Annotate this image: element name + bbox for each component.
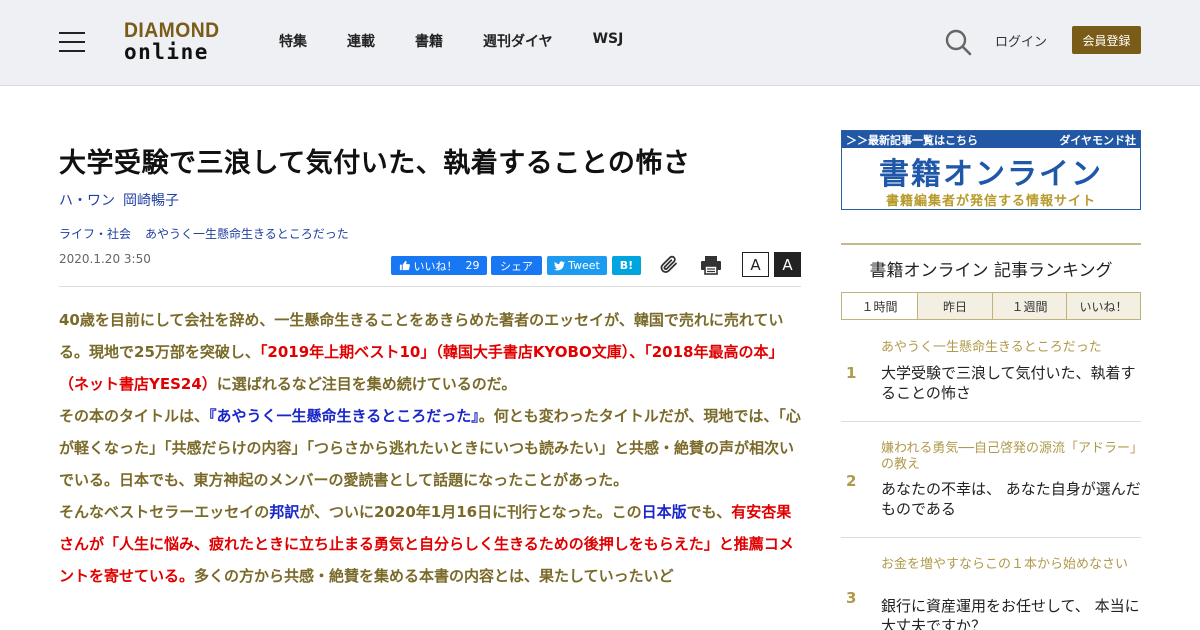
facebook-like-button[interactable]: いいね！ 29 — [391, 256, 487, 275]
category-link[interactable]: ライフ・社会 — [59, 227, 131, 241]
site-logo[interactable]: DIAMOND online — [124, 20, 228, 63]
thumbs-up-icon — [399, 260, 410, 271]
banner-subtitle: 書籍編集者が発信する情報サイト — [885, 194, 1096, 209]
rank-headline: あなたの不幸は、 あなた自身が選んだものである — [881, 480, 1141, 518]
publisher-name: ダイヤモンド社 — [1059, 134, 1136, 147]
rank-number: 2 — [846, 472, 857, 490]
publish-date: 2020.1.20 3:50 — [59, 252, 151, 266]
font-size-large-button[interactable]: A — [774, 252, 801, 277]
tab-likes[interactable]: いいね！ — [1066, 293, 1140, 319]
books-online-banner[interactable]: ＞＞最新記事一覧はこちら ダイヤモンド社 書籍オンライン 書籍編集者が発信する情… — [841, 130, 1141, 210]
paragraph: その本のタイトルは、『あやうく一生懸命生きるところだった』。何とも変わったタイト… — [59, 400, 801, 496]
like-count: 29 — [465, 259, 480, 272]
rank-category: 嫌われる勇気──自己啓発の源流「アドラー」の教え — [881, 441, 1137, 472]
register-button[interactable]: 会員登録 — [1072, 26, 1141, 54]
article-body: 40歳を目前にして会社を辞め、一生懸命生きることをあきらめた著者のエッセイが、韓… — [59, 304, 801, 592]
latest-articles-link[interactable]: ＞＞最新記事一覧はこちら — [846, 132, 978, 148]
main-nav: 特集 連載 書籍 週刊ダイヤ WSJ — [279, 31, 663, 51]
paragraph: 40歳を目前にして会社を辞め、一生懸命生きることをあきらめた著者のエッセイが、韓… — [59, 304, 801, 400]
rank-number: 1 — [846, 364, 857, 382]
author-link[interactable]: ハ・ワン — [59, 193, 115, 209]
login-link[interactable]: ログイン — [995, 31, 1047, 50]
article-title: 大学受験で三浪して気付いた、執着することの怖さ — [59, 148, 691, 179]
text: に選ばれるなど注目を集め続けているのだ。 — [216, 375, 517, 393]
ranking-item[interactable]: 3 お金を増やすならこの１本から始めなさい 銀行に資産運用をお任せして、 本当に… — [841, 538, 1141, 630]
tweet-label: Tweet — [568, 259, 600, 272]
rank-headline: 銀行に資産運用をお任せして、 本当に大丈夫ですか？ — [881, 597, 1140, 630]
article-authors: ハ・ワン 岡崎暢子 — [59, 190, 187, 210]
divider — [59, 286, 801, 287]
text: が、ついに2020年1月16日に刊行となった。この — [299, 503, 642, 521]
paperclip-icon[interactable] — [657, 253, 681, 277]
logo-bottom: online — [124, 40, 209, 64]
twitter-bird-icon — [554, 260, 566, 270]
nav-item-series[interactable]: 連載 — [347, 31, 375, 51]
text: でも、 — [686, 503, 732, 521]
nav-item-books[interactable]: 書籍 — [415, 31, 443, 51]
rank-category: あやうく一生懸命生きるところだった — [881, 340, 1102, 355]
author-link[interactable]: 岡崎暢子 — [123, 193, 179, 209]
font-size-small-button[interactable]: A — [742, 252, 769, 277]
highlight-text: 日本版 — [641, 503, 687, 521]
text: そんなベストセラーエッセイの — [59, 503, 270, 521]
tab-yesterday[interactable]: 昨日 — [917, 293, 992, 319]
nav-item-features[interactable]: 特集 — [279, 31, 307, 51]
ranking-top-rule — [841, 243, 1141, 245]
ranking-item[interactable]: 1 あやうく一生懸命生きるところだった 大学受験で三浪して気付いた、執着すること… — [841, 332, 1141, 422]
nav-item-wsj[interactable]: WSJ — [593, 31, 624, 51]
ranking-item[interactable]: 2 嫌われる勇気──自己啓発の源流「アドラー」の教え あなたの不幸は、 あなた自… — [841, 422, 1141, 538]
book-title-text: 『あやうく一生懸命生きるところだった』 — [209, 407, 479, 425]
hatena-bookmark-button[interactable]: B! — [612, 256, 641, 275]
banner-title: 書籍オンライン — [879, 157, 1103, 192]
ranking-title: 書籍オンライン 記事ランキング — [869, 261, 1113, 281]
site-header: DIAMOND online 特集 連載 書籍 週刊ダイヤ WSJ ログイン 会… — [0, 0, 1200, 86]
print-icon[interactable] — [699, 253, 723, 277]
tweet-button[interactable]: Tweet — [547, 256, 607, 275]
highlight-text: 邦訳 — [269, 503, 300, 521]
nav-item-weekly[interactable]: 週刊ダイヤ — [483, 31, 553, 51]
rank-number: 3 — [846, 589, 857, 607]
article-categories: ライフ・社会 あやうく一生懸命生きるところだった — [59, 225, 363, 242]
tab-1-week[interactable]: １週間 — [992, 293, 1066, 319]
menu-icon[interactable] — [59, 31, 85, 53]
search-icon[interactable] — [944, 28, 972, 56]
facebook-share-button[interactable]: シェア — [491, 256, 542, 275]
rank-category: お金を増やすならこの１本から始めなさい — [881, 557, 1129, 572]
text: 多くの方から共感・絶賛を集める本書の内容とは、果たしていったいど — [194, 567, 674, 585]
rank-headline: 大学受験で三浪して気付いた、執着することの怖さ — [881, 364, 1136, 402]
ranking-tabs: １時間 昨日 １週間 いいね！ — [841, 292, 1141, 320]
paragraph: そんなベストセラーエッセイの邦訳が、ついに2020年1月16日に刊行となった。こ… — [59, 496, 801, 592]
tab-1-hour[interactable]: １時間 — [842, 293, 917, 319]
text: その本のタイトルは、 — [59, 407, 210, 425]
series-link[interactable]: あやうく一生懸命生きるところだった — [145, 227, 349, 241]
logo-top: DIAMOND — [124, 19, 220, 42]
like-label: いいね！ — [413, 259, 458, 273]
